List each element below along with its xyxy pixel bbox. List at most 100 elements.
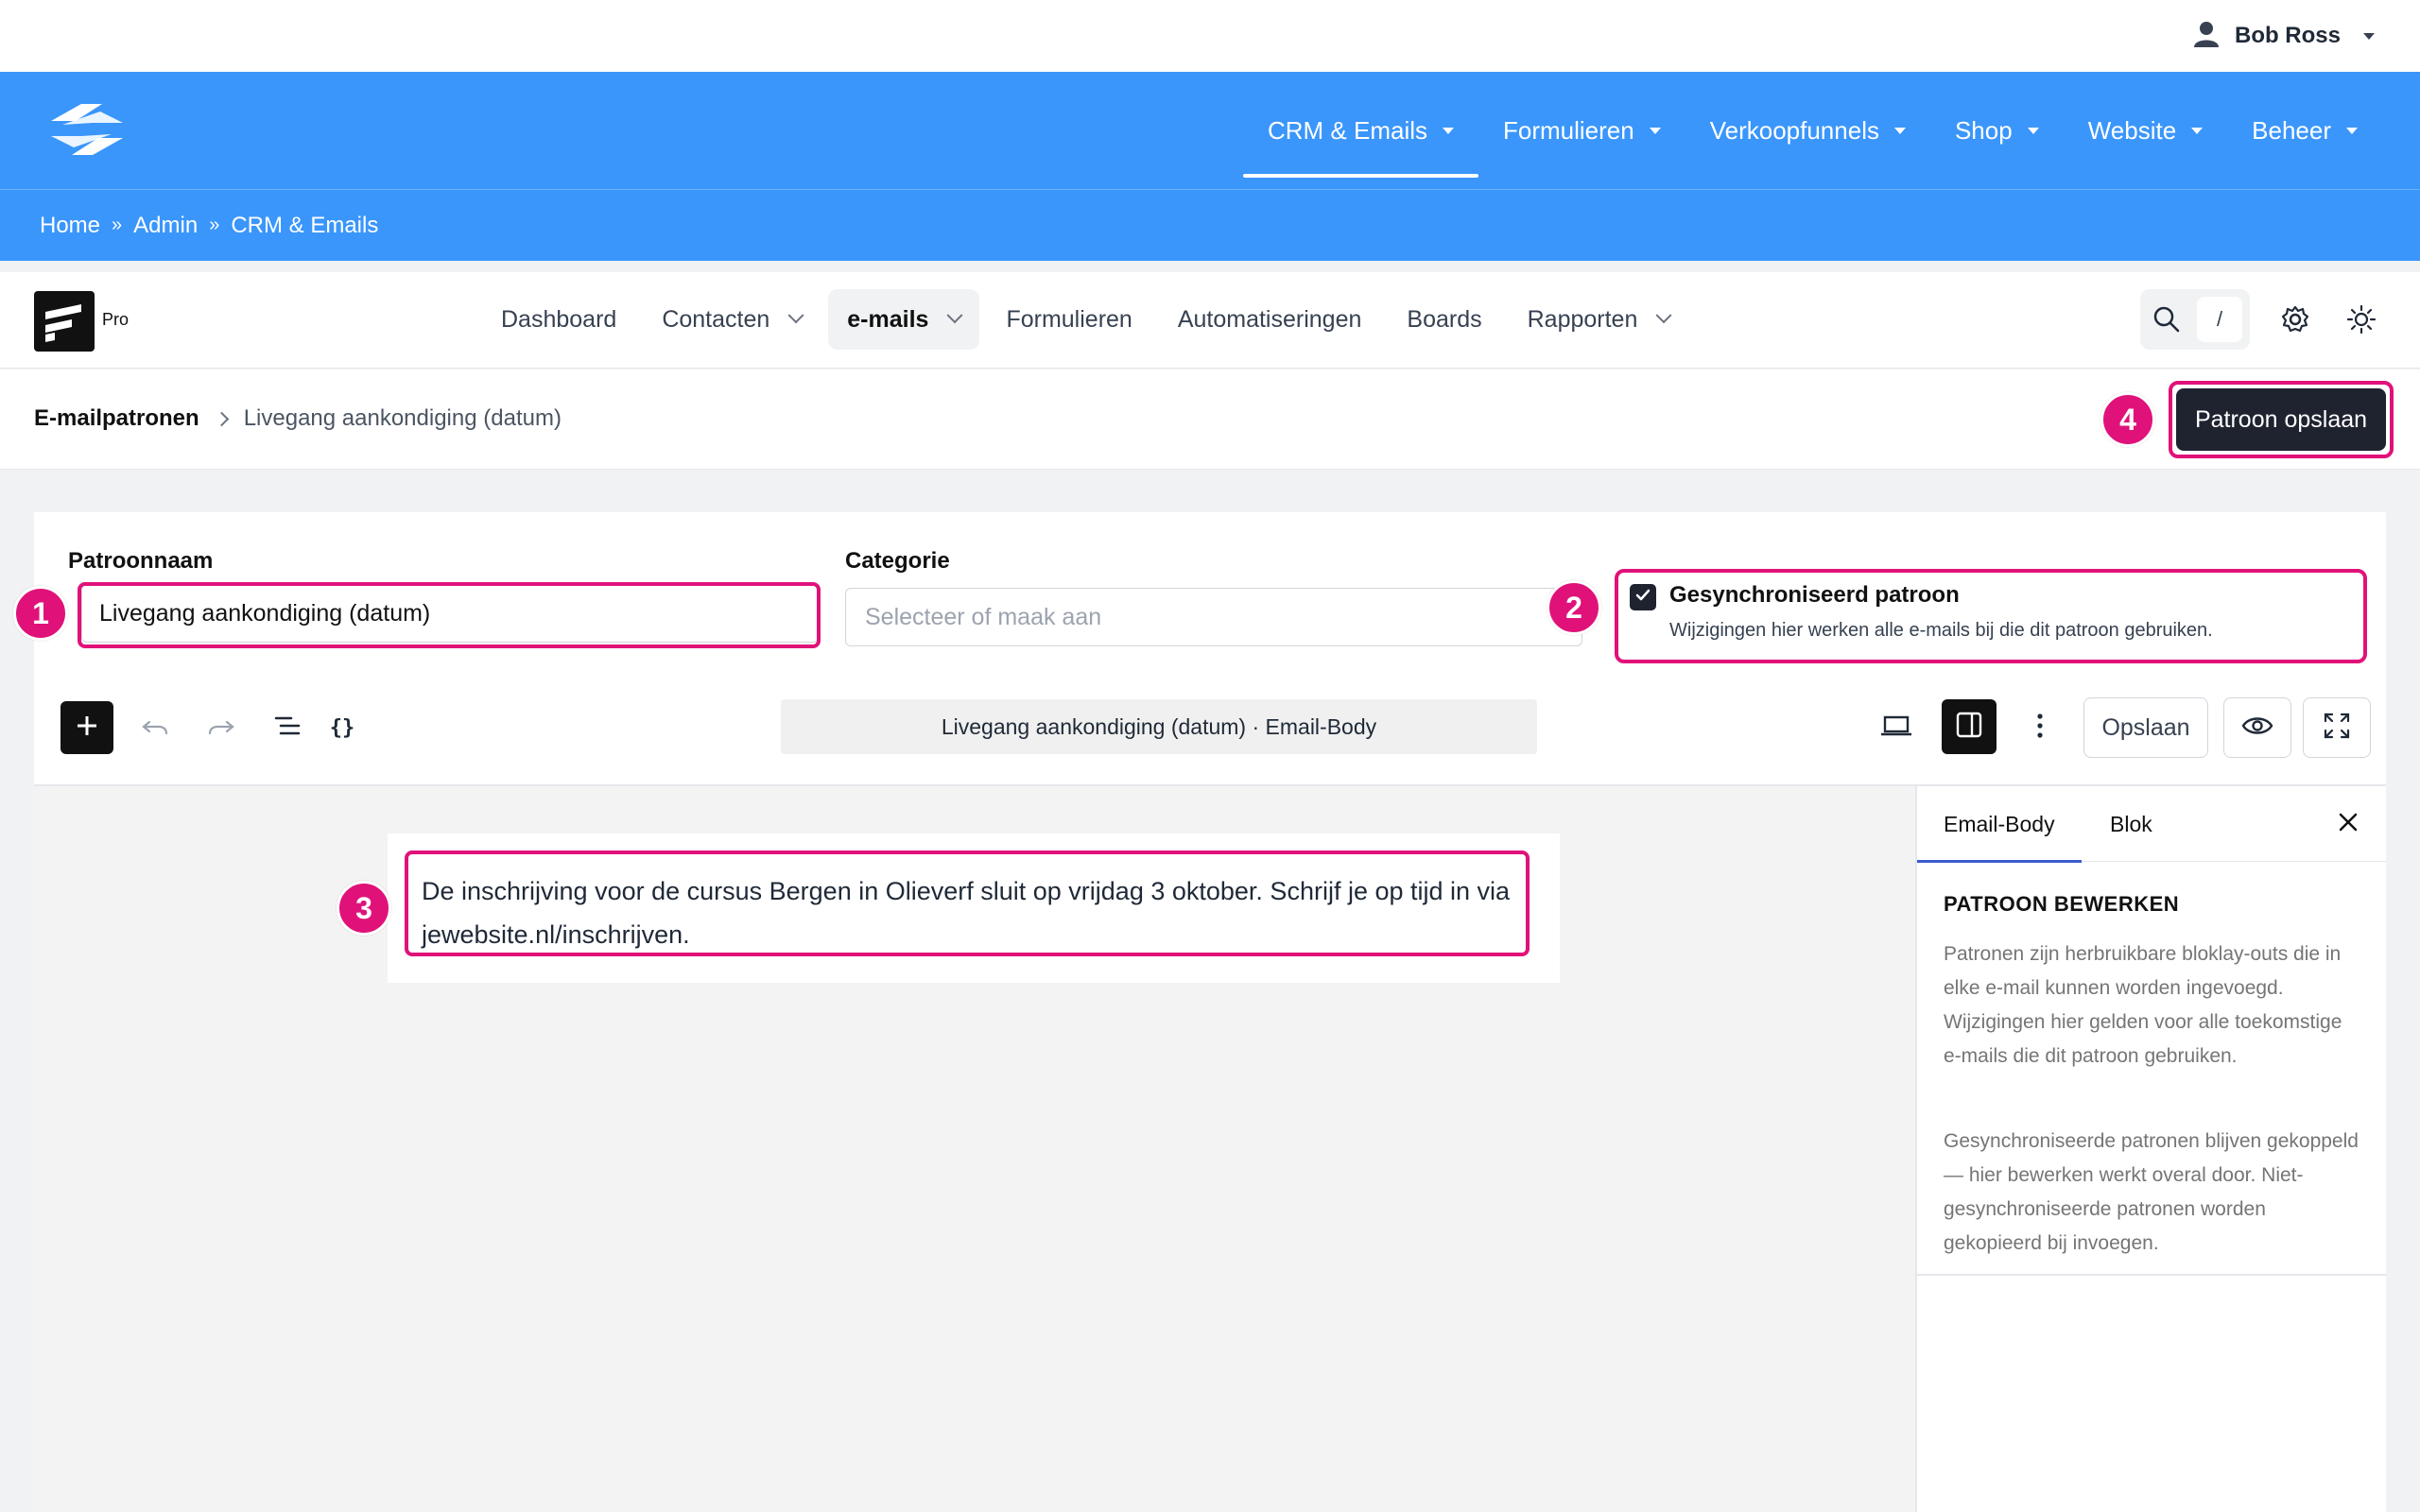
admin-bar: Bob Ross bbox=[0, 0, 2420, 72]
site-nav-verkoopfunnels[interactable]: Verkoopfunnels bbox=[1685, 72, 1930, 189]
caret-down-icon bbox=[2346, 127, 2358, 134]
app-nav-contacten[interactable]: Contacten bbox=[643, 289, 821, 350]
page-header: E-mailpatronen Livegang aankondiging (da… bbox=[0, 369, 2420, 470]
site-nav-label: Shop bbox=[1954, 115, 2013, 145]
chevron-right-icon bbox=[214, 411, 229, 426]
theme-toggle-button[interactable] bbox=[2339, 299, 2384, 344]
site-nav-crm-emails[interactable]: CRM & Emails bbox=[1242, 72, 1479, 189]
sync-pattern-title: Gesynchroniseerd patroon bbox=[1669, 582, 1960, 608]
site-logo[interactable] bbox=[43, 96, 130, 163]
breadcrumb-patterns[interactable]: E-mailpatronen bbox=[34, 405, 199, 432]
annotation-badge-2: 2 bbox=[1547, 580, 1601, 635]
sidebar-heading: PATROON BEWERKEN bbox=[1944, 892, 2180, 916]
breadcrumb-current: Livegang aankondiging (datum) bbox=[243, 405, 562, 431]
tab-blok[interactable]: Blok bbox=[2110, 786, 2152, 862]
app-nav-label: Dashboard bbox=[501, 305, 617, 333]
paragraph-block[interactable]: De inschrijving voor de cursus Bergen in… bbox=[405, 850, 1530, 956]
pattern-breadcrumb: E-mailpatronen Livegang aankondiging (da… bbox=[34, 405, 562, 432]
breadcrumb-separator: » bbox=[112, 215, 123, 235]
sidebar-icon bbox=[1955, 711, 1983, 744]
more-options-button[interactable] bbox=[2017, 705, 2063, 750]
site-nav-beheer[interactable]: Beheer bbox=[2227, 72, 2382, 189]
caret-down-icon bbox=[2363, 32, 2375, 40]
category-select[interactable]: Selecteer of maak aan bbox=[845, 588, 1582, 646]
sidebar-paragraph-2: Gesynchroniseerde patronen blijven gekop… bbox=[1944, 1130, 2359, 1254]
pattern-name-label: Patroonnaam bbox=[68, 548, 214, 574]
sidebar-paragraph-1: Patronen zijn herbruikbare bloklay-outs … bbox=[1944, 943, 2342, 1067]
app-nav-label: e-mails bbox=[847, 305, 929, 333]
search-shortcut-key: / bbox=[2197, 297, 2242, 342]
search-button[interactable]: / bbox=[2140, 289, 2250, 350]
add-block-button[interactable] bbox=[60, 701, 113, 754]
sync-pattern-description: Wijzigingen hier werken alle e-mails bij… bbox=[1669, 620, 2213, 641]
app-nav-automatiseringen[interactable]: Automatiseringen bbox=[1159, 289, 1381, 350]
save-button[interactable]: Opslaan bbox=[2083, 697, 2208, 758]
chevron-down-icon bbox=[1655, 307, 1672, 324]
redo-button[interactable] bbox=[199, 705, 244, 750]
site-nav-formulieren[interactable]: Formulieren bbox=[1478, 72, 1685, 189]
undo-icon bbox=[140, 711, 170, 746]
highlight-pattern-name bbox=[78, 582, 821, 648]
caret-down-icon bbox=[1893, 127, 1906, 134]
fullscreen-button[interactable] bbox=[2303, 697, 2371, 758]
app-nav-label: Formulieren bbox=[1006, 305, 1132, 333]
close-sidebar-button[interactable] bbox=[2329, 805, 2367, 843]
check-icon bbox=[1634, 586, 1652, 610]
laptop-icon bbox=[1879, 711, 1913, 746]
close-icon bbox=[2338, 812, 2359, 837]
search-icon bbox=[2152, 304, 2182, 339]
plus-icon bbox=[74, 713, 100, 744]
eye-icon bbox=[2241, 713, 2273, 743]
tab-email-body[interactable]: Email-Body bbox=[1917, 786, 2082, 863]
annotation-badge-1: 1 bbox=[13, 586, 68, 641]
app-nav-formulieren[interactable]: Formulieren bbox=[987, 289, 1150, 350]
breadcrumb-separator: » bbox=[209, 215, 220, 235]
site-navbar: CRM & Emails Formulieren Verkoopfunnels … bbox=[0, 72, 2420, 189]
annotation-badge-3: 3 bbox=[337, 881, 391, 936]
caret-down-icon bbox=[1649, 127, 1661, 134]
user-menu[interactable]: Bob Ross bbox=[2191, 17, 2375, 55]
app-menu: Dashboard Contacten e-mails Formulieren … bbox=[482, 289, 1688, 350]
document-title[interactable]: Livegang aankondiging (datum) · Email-Bo… bbox=[781, 699, 1537, 754]
app-nav-label: Automatiseringen bbox=[1177, 305, 1362, 333]
undo-button[interactable] bbox=[132, 705, 178, 750]
sun-icon bbox=[2346, 304, 2377, 339]
breadcrumb-home[interactable]: Home bbox=[40, 213, 100, 239]
app-nav-emails[interactable]: e-mails bbox=[828, 289, 980, 350]
pattern-editor-card: Patroonnaam 1 Categorie Selecteer of maa… bbox=[13, 512, 2386, 1512]
site-nav-shop[interactable]: Shop bbox=[1930, 72, 2064, 189]
editor-canvas: De inschrijving voor de cursus Bergen in… bbox=[34, 786, 1915, 1512]
pro-label: Pro bbox=[102, 310, 130, 329]
app-nav-rapporten[interactable]: Rapporten bbox=[1509, 289, 1689, 350]
site-nav-website[interactable]: Website bbox=[2064, 72, 2227, 189]
list-view-icon bbox=[272, 711, 302, 746]
site-nav-label: Beheer bbox=[2252, 115, 2331, 145]
breadcrumb-admin[interactable]: Admin bbox=[133, 213, 198, 239]
caret-down-icon bbox=[1443, 127, 1454, 134]
sync-pattern-option: Gesynchroniseerd patroon Wijzigingen hie… bbox=[1615, 569, 2367, 663]
category-placeholder: Selecteer of maak aan bbox=[865, 603, 1102, 630]
device-preview-button[interactable] bbox=[1874, 705, 1919, 750]
code-editor-button[interactable]: {} bbox=[320, 705, 365, 750]
site-nav-label: Website bbox=[2087, 115, 2177, 145]
app-nav-boards[interactable]: Boards bbox=[1388, 289, 1500, 350]
site-nav-label: Verkoopfunnels bbox=[1709, 115, 1879, 145]
preview-button[interactable] bbox=[2223, 697, 2291, 758]
user-icon bbox=[2191, 19, 2221, 54]
breadcrumb-crm-emails[interactable]: CRM & Emails bbox=[231, 213, 378, 239]
sidebar-toggle-button[interactable] bbox=[1942, 699, 1996, 754]
app-nav-label: Contacten bbox=[662, 305, 770, 333]
fullscreen-icon bbox=[2322, 711, 2352, 746]
save-pattern-button[interactable]: Patroon opslaan bbox=[2176, 388, 2386, 451]
sidebar-tabs: Email-Body Blok bbox=[1917, 786, 2386, 863]
category-label: Categorie bbox=[845, 548, 950, 574]
app-nav-label: Boards bbox=[1407, 305, 1482, 333]
app-nav-label: Rapporten bbox=[1527, 305, 1638, 333]
settings-sidebar: Email-Body Blok PATROON BEWERKEN Patrone… bbox=[1915, 786, 2386, 1512]
sidebar-divider bbox=[1917, 1274, 2386, 1276]
list-view-button[interactable] bbox=[265, 705, 310, 750]
app-nav-dashboard[interactable]: Dashboard bbox=[482, 289, 635, 350]
settings-button[interactable] bbox=[2273, 299, 2318, 344]
sync-pattern-checkbox[interactable] bbox=[1630, 584, 1656, 610]
app-logo[interactable] bbox=[34, 291, 95, 352]
